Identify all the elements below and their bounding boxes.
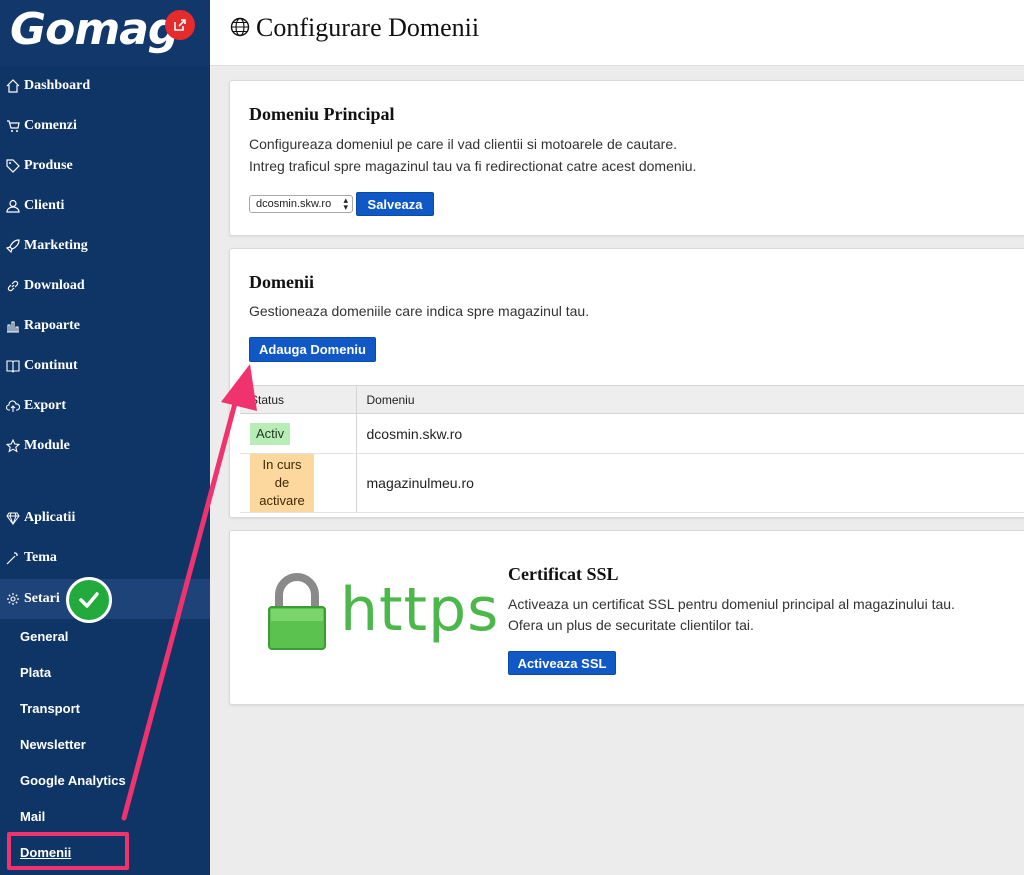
sidebar-subitem-google-analytics[interactable]: Google Analytics — [20, 768, 126, 792]
check-icon — [66, 577, 112, 623]
globe-icon — [230, 17, 250, 42]
star-icon — [5, 438, 21, 454]
domains-desc: Gestioneaza domeniile care indica spre m… — [249, 303, 590, 319]
logo[interactable]: Gomag — [10, 4, 179, 55]
updown-icon: ▴ ▾ — [343, 195, 348, 212]
domains-table: Status Domeniu Activ dcosmin.skw.ro In c… — [240, 385, 1024, 513]
add-domain-button[interactable]: Adauga Domeniu — [249, 337, 376, 362]
sidebar-item-label: Dashboard — [24, 78, 91, 93]
sidebar-item-label: Download — [24, 278, 85, 293]
sidebar-item-comenzi[interactable]: Comenzi — [0, 106, 210, 146]
bar-chart-icon — [5, 318, 21, 334]
sidebar-subitem-plata[interactable]: Plata — [20, 660, 51, 684]
highlight-box — [7, 832, 129, 870]
domain-cell: dcosmin.skw.ro — [356, 413, 1024, 454]
sidebar-item-produse[interactable]: Produse — [0, 146, 210, 186]
status-badge: In curs de activare — [250, 454, 314, 512]
sidebar-item-label: Comenzi — [24, 118, 77, 133]
page-title: Configurare Domenii — [256, 13, 480, 42]
domains-card: Domenii Gestioneaza domeniile care indic… — [229, 248, 1024, 518]
domains-title: Domenii — [249, 272, 314, 292]
sidebar-item-export[interactable]: Export — [0, 386, 210, 426]
ssl-desc-2: Ofera un plus de securitate clientilor t… — [508, 617, 754, 633]
ssl-title: Certificat SSL — [508, 564, 619, 584]
home-icon — [5, 78, 21, 94]
status-cell: In curs de activare — [240, 453, 357, 513]
status-cell: Activ — [240, 413, 357, 454]
sidebar: Gomag Dashboard Comenzi Produse Clienti … — [0, 0, 210, 875]
table-row[interactable]: In curs de activare magazinulmeu.ro — [240, 453, 1024, 513]
page-header: Configurare Domenii — [210, 0, 1024, 66]
table-row[interactable]: Activ dcosmin.skw.ro — [240, 413, 1024, 454]
activate-ssl-button[interactable]: Activeaza SSL — [508, 651, 616, 675]
sidebar-subitem-general[interactable]: General — [20, 624, 68, 648]
main-domain-card: Domeniu Principal Configureaza domeniul … — [229, 80, 1024, 236]
book-icon — [5, 358, 21, 374]
wand-icon — [5, 550, 21, 566]
sidebar-item-label: Produse — [24, 158, 73, 173]
rocket-icon — [5, 238, 21, 254]
sidebar-item-continut[interactable]: Continut — [0, 346, 210, 386]
diamond-icon — [5, 510, 21, 526]
sidebar-subitem-mail[interactable]: Mail — [20, 804, 45, 828]
column-header-status: Status — [240, 385, 357, 414]
sidebar-item-label: Module — [24, 438, 70, 453]
main-domain-select-value: dcosmin.skw.ro — [256, 198, 332, 210]
sidebar-item-download[interactable]: Download — [0, 266, 210, 306]
sidebar-item-label: Clienti — [24, 198, 65, 213]
lock-icon — [268, 573, 326, 650]
sidebar-item-label: Marketing — [24, 238, 88, 253]
logo-bar: Gomag — [0, 0, 210, 66]
https-illustration: https — [266, 573, 498, 653]
main-domain-desc-2: Intreg traficul spre magazinul tau va fi… — [249, 158, 697, 174]
sidebar-item-rapoarte[interactable]: Rapoarte — [0, 306, 210, 346]
cloud-upload-icon — [5, 398, 21, 414]
main-domain-title: Domeniu Principal — [249, 104, 395, 124]
domain-cell: magazinulmeu.ro — [356, 453, 1024, 513]
sidebar-item-label: Export — [24, 398, 66, 413]
sidebar-item-aplicatii[interactable]: Aplicatii — [0, 498, 210, 538]
sidebar-item-dashboard[interactable]: Dashboard — [0, 66, 210, 106]
ssl-card: https Certificat SSL Activeaza un certif… — [229, 530, 1024, 705]
sidebar-subitem-newsletter[interactable]: Newsletter — [20, 732, 86, 756]
sidebar-item-label: Rapoarte — [24, 318, 80, 333]
sidebar-item-module[interactable]: Module — [0, 426, 210, 466]
save-button[interactable]: Salveaza — [356, 192, 434, 216]
main-domain-select[interactable]: dcosmin.skw.ro ▴ ▾ — [249, 195, 353, 213]
sidebar-subitem-transport[interactable]: Transport — [20, 696, 80, 720]
sidebar-item-label: Continut — [24, 358, 78, 373]
table-header-row: Status Domeniu — [240, 385, 1024, 414]
https-text: https — [340, 575, 500, 645]
gear-icon — [5, 591, 21, 607]
status-badge: Activ — [250, 422, 291, 445]
external-link-icon[interactable] — [165, 10, 195, 40]
sidebar-item-marketing[interactable]: Marketing — [0, 226, 210, 266]
sidebar-item-label: Aplicatii — [24, 510, 76, 525]
main-domain-desc-1: Configureaza domeniul pe care il vad cli… — [249, 136, 678, 152]
cart-icon — [5, 118, 21, 134]
sidebar-item-tema[interactable]: Tema — [0, 538, 210, 578]
tag-icon — [5, 158, 21, 174]
user-icon — [5, 198, 21, 214]
sidebar-item-label: Tema — [24, 550, 57, 565]
column-header-domain: Domeniu — [356, 385, 1024, 414]
sidebar-item-clienti[interactable]: Clienti — [0, 186, 210, 226]
sidebar-item-label: Setari — [24, 591, 60, 606]
ssl-desc-1: Activeaza un certificat SSL pentru domen… — [508, 596, 955, 612]
link-icon — [5, 278, 21, 294]
